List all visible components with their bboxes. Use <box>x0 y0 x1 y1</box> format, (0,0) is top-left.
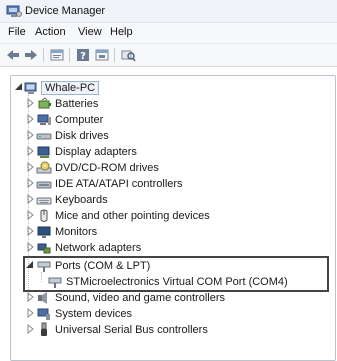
expand-arrow-icon[interactable] <box>25 324 35 334</box>
tree-item-label: DVD/CD-ROM drives <box>55 162 159 174</box>
tree-root[interactable]: Whale-PC <box>11 80 331 96</box>
tree-item-ide-controllers[interactable]: IDE ATA/ATAPI controllers <box>11 176 331 192</box>
computer-icon <box>24 82 37 94</box>
tree-item-label: IDE ATA/ATAPI controllers <box>55 178 183 190</box>
forward-arrow-icon[interactable] <box>23 47 39 63</box>
tree-item-network-adapters[interactable]: Network adapters <box>11 240 331 256</box>
mouse-icon <box>40 209 48 222</box>
expand-arrow-icon[interactable] <box>25 162 35 172</box>
keyboard-icon <box>36 197 52 205</box>
tree-item-computer[interactable]: Computer <box>11 112 331 128</box>
expand-arrow-icon[interactable] <box>25 114 35 124</box>
network-adapter-icon <box>37 243 51 254</box>
expand-arrow-icon[interactable] <box>25 194 35 204</box>
svg-text:?: ? <box>80 51 86 62</box>
tree-item-dvd-drives[interactable]: DVD/CD-ROM drives <box>11 160 331 176</box>
device-manager-icon <box>6 5 22 17</box>
tree-item-disk-drives[interactable]: Disk drives <box>11 128 331 144</box>
toolbar: ? <box>0 44 337 67</box>
tree-item-label: Display adapters <box>55 146 137 158</box>
toolbar-separator <box>114 48 115 62</box>
ide-controller-icon <box>36 181 52 189</box>
dvd-drive-icon <box>36 161 52 174</box>
scan-hardware-icon[interactable] <box>120 47 136 63</box>
toolbar-separator <box>43 48 44 62</box>
menu-file[interactable]: File <box>6 26 28 38</box>
tree-item-label: Mice and other pointing devices <box>55 210 210 222</box>
tree-root-label[interactable]: Whale-PC <box>41 81 100 95</box>
expand-arrow-icon[interactable] <box>25 242 35 252</box>
tree-item-label: Monitors <box>55 226 98 238</box>
expand-arrow-icon[interactable] <box>25 226 35 236</box>
tree-item-batteries[interactable]: Batteries <box>11 96 331 112</box>
show-hidden-icon[interactable] <box>94 47 110 63</box>
tree-item-label: Computer <box>55 114 104 126</box>
window-title: Device Manager <box>25 5 106 17</box>
expand-arrow-icon[interactable] <box>25 210 35 220</box>
menu-view[interactable]: View <box>76 26 104 38</box>
tree-item-usb-controllers[interactable]: Universal Serial Bus controllers <box>11 322 331 338</box>
tree-item-sound-controllers[interactable]: Sound, video and game controllers <box>11 290 331 306</box>
tree-item-keyboards[interactable]: Keyboards <box>11 192 331 208</box>
display-adapter-icon <box>37 146 50 158</box>
properties-icon[interactable] <box>49 47 65 63</box>
tree-item-label: System devices <box>55 308 133 320</box>
expand-arrow-icon[interactable] <box>25 130 35 140</box>
tree-item-display-adapters[interactable]: Display adapters <box>11 144 331 160</box>
tree-item-mice[interactable]: Mice and other pointing devices <box>11 208 331 224</box>
help-icon[interactable]: ? <box>75 47 91 63</box>
sound-icon <box>38 292 47 304</box>
expand-arrow-icon[interactable] <box>25 308 35 318</box>
menu-bar: File Action View Help <box>0 23 337 44</box>
menu-action[interactable]: Action <box>33 26 68 38</box>
device-manager-window: Device Manager File Action View Help ? W… <box>0 0 337 361</box>
monitor-icon <box>37 226 51 238</box>
battery-icon <box>38 97 51 109</box>
tree-item-label: Network adapters <box>55 242 142 254</box>
tree-item-label: Disk drives <box>55 130 109 142</box>
system-device-icon <box>37 308 50 320</box>
expand-arrow-icon[interactable] <box>25 98 35 108</box>
tree-item-label: Batteries <box>55 98 99 110</box>
ports-highlight-box <box>23 256 329 292</box>
menu-help[interactable]: Help <box>108 26 135 38</box>
computer-icon <box>37 114 51 125</box>
disk-drive-icon <box>36 133 52 140</box>
title-bar: Device Manager <box>0 0 337 23</box>
tree-item-system-devices[interactable]: System devices <box>11 306 331 322</box>
tree-item-monitors[interactable]: Monitors <box>11 224 331 240</box>
usb-icon <box>41 322 47 336</box>
expand-arrow-icon[interactable] <box>25 292 35 302</box>
tree-item-label: Keyboards <box>55 194 108 206</box>
device-tree[interactable]: Whale-PC Batteries Computer Disk drives … <box>10 75 336 361</box>
tree-item-label: Sound, video and game controllers <box>55 292 225 304</box>
expand-arrow-icon[interactable] <box>25 146 35 156</box>
expand-arrow-icon[interactable] <box>25 178 35 188</box>
back-arrow-icon[interactable] <box>5 47 21 63</box>
tree-item-label: Universal Serial Bus controllers <box>55 324 208 336</box>
toolbar-separator <box>69 48 70 62</box>
